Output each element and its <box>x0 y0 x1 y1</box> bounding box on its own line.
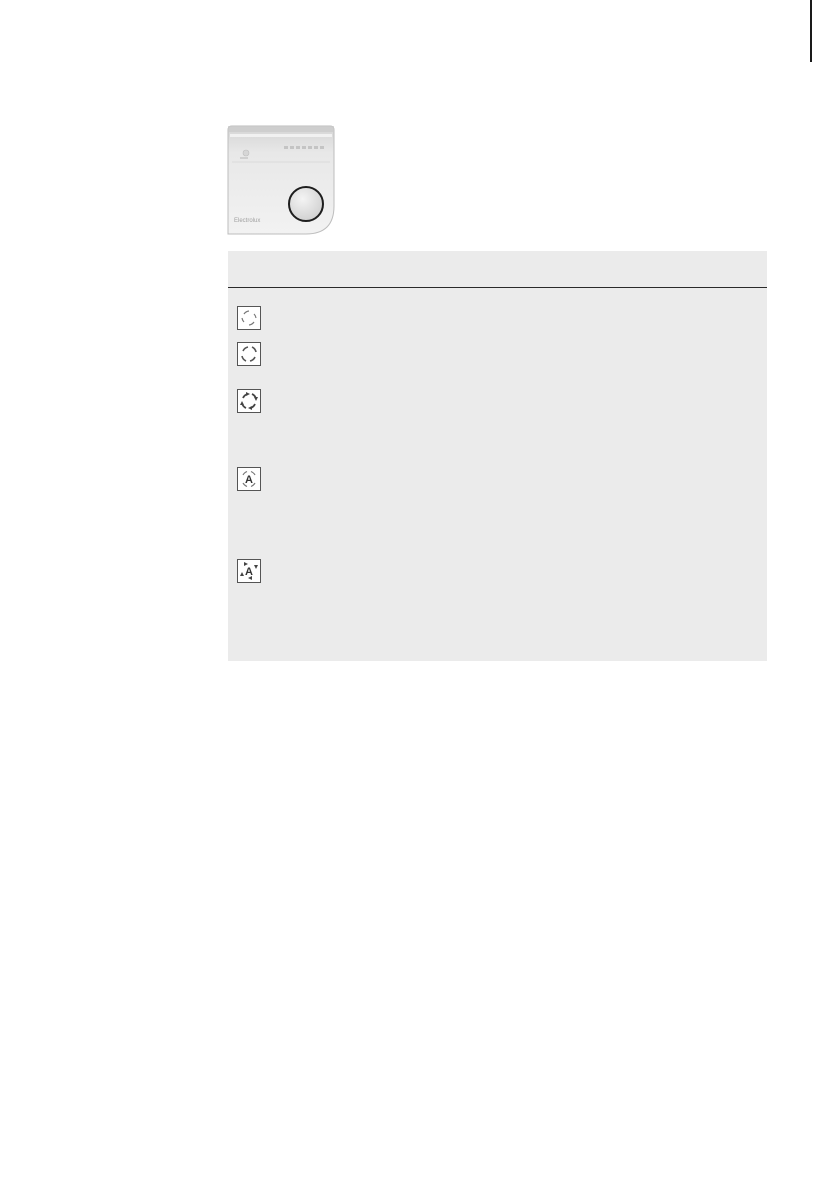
fan-auto-icon: A <box>237 467 261 491</box>
brand-logo: Electrolux <box>234 218 260 224</box>
highlighted-button <box>288 186 324 222</box>
fan-auto-boost-icon: A <box>237 559 261 583</box>
mode-row-medium <box>237 342 261 366</box>
mode-row-high <box>237 389 261 413</box>
fan-medium-icon <box>237 342 261 366</box>
fan-mode-panel: A A <box>228 251 767 661</box>
remote-control-illustration: Electrolux <box>227 125 335 235</box>
mode-row-auto-boost: A <box>237 559 261 583</box>
page-edge-line <box>810 0 812 62</box>
svg-text:A: A <box>245 474 253 486</box>
panel-header <box>228 251 767 288</box>
remote-control-image: Electrolux <box>226 124 336 238</box>
mode-row-low <box>237 306 261 330</box>
svg-text:A: A <box>245 566 253 578</box>
mode-row-auto: A <box>237 467 261 491</box>
fan-high-icon <box>237 389 261 413</box>
fan-low-icon <box>237 306 261 330</box>
